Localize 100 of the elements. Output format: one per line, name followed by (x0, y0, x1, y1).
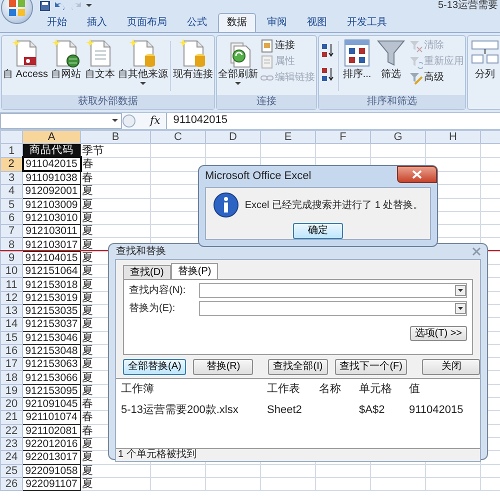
dialog-button[interactable]: 全部替换(A) (123, 359, 186, 375)
dialog-button[interactable]: 关闭 (422, 359, 480, 375)
row-header[interactable]: 5 (0, 198, 22, 212)
dialog-tab[interactable]: 查找(D) (123, 265, 171, 279)
input-field[interactable] (199, 301, 467, 316)
row-header[interactable]: 6 (0, 211, 22, 225)
row-header[interactable]: 26 (0, 477, 22, 491)
table-cell[interactable]: 912151064 (22, 264, 80, 278)
table-cell[interactable]: 912103011 (22, 224, 80, 238)
row-header[interactable]: 16 (0, 344, 22, 358)
caret-icon[interactable] (112, 119, 118, 123)
table-cell[interactable]: 季节 (80, 144, 150, 158)
ok-button[interactable]: 确定 (293, 223, 343, 239)
input-field[interactable] (199, 283, 467, 298)
row-header[interactable]: 10 (0, 264, 22, 278)
table-cell[interactable]: 912153046 (22, 331, 80, 344)
table-cell[interactable]: 夏 (80, 211, 150, 225)
row-header[interactable]: 19 (0, 384, 22, 398)
column-header[interactable]: D (206, 130, 260, 144)
ribbon-tab[interactable]: 视图 (298, 13, 336, 32)
table-cell[interactable]: 922091058 (22, 464, 80, 478)
table-cell[interactable]: 春 (80, 157, 150, 172)
row-header[interactable]: 22 (0, 424, 22, 438)
table-cell[interactable]: 911042015 (404, 400, 484, 420)
ribbon-button[interactable]: 现有连接 (173, 37, 214, 81)
row-header[interactable]: 20 (0, 398, 22, 411)
column-header[interactable]: G (370, 130, 426, 144)
row-header[interactable]: 21 (0, 410, 22, 424)
column-header[interactable]: A (22, 130, 80, 144)
ribbon-button[interactable]: 筛选 (375, 37, 408, 81)
row-header[interactable]: 1 (0, 144, 22, 158)
ribbon-tab[interactable]: 审阅 (258, 13, 296, 32)
row-header[interactable]: 25 (0, 464, 22, 478)
table-cell[interactable]: 921101074 (22, 410, 80, 424)
table-cell[interactable]: 春 (80, 171, 150, 185)
options-button[interactable]: 选项(T) >> (410, 326, 467, 341)
ribbon-button[interactable]: 连接 (260, 38, 316, 53)
table-cell[interactable]: 912103009 (22, 198, 80, 212)
table-cell[interactable]: 911091038 (22, 171, 80, 185)
column-header[interactable]: 单元格 (354, 379, 404, 400)
table-cell[interactable]: 912153035 (22, 304, 80, 318)
row-header[interactable]: 15 (0, 331, 22, 344)
ribbon-tab[interactable]: 公式 (178, 13, 216, 32)
row-header[interactable]: 14 (0, 318, 22, 332)
ribbon-button[interactable]: 排序... (341, 37, 374, 81)
table-cell[interactable]: 912153048 (22, 344, 80, 358)
column-header[interactable]: F (316, 130, 370, 144)
row-header[interactable]: 2 (0, 157, 22, 172)
table-cell[interactable]: 夏 (80, 464, 150, 478)
table-cell[interactable]: 912153037 (22, 318, 80, 332)
save-icon[interactable] (40, 1, 50, 11)
table-cell[interactable]: 夏 (80, 224, 150, 238)
table-cell[interactable]: Sheet2 (262, 400, 314, 420)
ribbon-tab[interactable]: 页面布局 (118, 13, 176, 32)
row-header[interactable]: 13 (0, 304, 22, 318)
column-header[interactable]: 工作簿 (116, 379, 262, 400)
dialog-tab[interactable]: 替换(P) (170, 263, 218, 279)
ribbon-button[interactable]: 分列 (469, 37, 500, 81)
formula-field[interactable]: 911042015 (166, 113, 500, 129)
close-icon[interactable] (472, 247, 481, 256)
table-cell[interactable]: 912103010 (22, 211, 80, 225)
table-cell[interactable]: 911042015 (22, 157, 80, 172)
dropdown-icon[interactable] (455, 303, 466, 314)
column-header[interactable]: 名称 (314, 379, 354, 400)
ribbon-button[interactable]: 高级 (409, 70, 464, 85)
dropdown-icon[interactable] (455, 285, 466, 296)
column-header[interactable]: 值 (404, 379, 484, 400)
table-cell[interactable]: 912153019 (22, 291, 80, 304)
table-cell[interactable]: 912092001 (22, 184, 80, 198)
table-cell[interactable]: 922012016 (22, 437, 80, 451)
caret-icon[interactable] (86, 4, 92, 8)
ribbon-button[interactable]: 全部刷新 (218, 37, 258, 86)
table-cell[interactable]: 922091107 (22, 477, 80, 491)
row-header[interactable]: 23 (0, 437, 22, 451)
dialog-button[interactable]: 查找全部(I) (268, 359, 328, 375)
row-header[interactable]: 17 (0, 358, 22, 371)
table-cell[interactable]: 912153066 (22, 370, 80, 384)
row-header[interactable]: 7 (0, 224, 22, 238)
ribbon-tab[interactable]: 开发工具 (338, 13, 396, 32)
undo-icon[interactable] (54, 1, 66, 11)
column-header[interactable]: E (260, 130, 316, 144)
close-button[interactable] (397, 166, 437, 183)
dialog-button[interactable]: 查找下一个(F) (334, 359, 408, 375)
row-header[interactable]: 24 (0, 450, 22, 464)
row-header[interactable]: 3 (0, 171, 22, 185)
row-header[interactable]: 11 (0, 278, 22, 292)
table-cell[interactable]: 夏 (80, 198, 150, 212)
row-header[interactable]: 9 (0, 251, 22, 265)
table-cell[interactable]: 5-13运营需要200款.xlsx (116, 400, 262, 420)
ribbon-button[interactable]: 自文本 (84, 37, 116, 81)
row-header[interactable]: 12 (0, 291, 22, 304)
table-cell[interactable]: 夏 (80, 184, 150, 198)
ribbon-tab[interactable]: 数据 (218, 13, 256, 32)
sort-ascending-button[interactable] (320, 43, 336, 59)
ribbon-tab[interactable]: 插入 (78, 13, 116, 32)
ribbon-button[interactable]: 自其他来源 (118, 37, 168, 86)
column-header[interactable]: C (150, 130, 206, 144)
insert-function-button[interactable]: fx (136, 114, 166, 128)
table-cell[interactable]: 922013017 (22, 450, 80, 464)
ribbon-button[interactable]: 自网站 (50, 37, 82, 81)
